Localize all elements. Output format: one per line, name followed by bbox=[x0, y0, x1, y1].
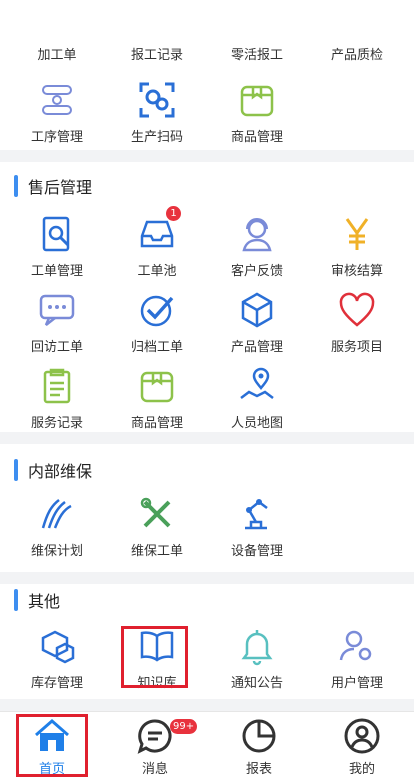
home-tab-highlight bbox=[16, 714, 88, 777]
section-header: 内部维保 bbox=[14, 458, 92, 482]
grid-item-label: 加工单 bbox=[37, 48, 77, 63]
grid-item-label: 客户反馈 bbox=[230, 264, 283, 279]
tab-reports[interactable]: 报表 bbox=[207, 712, 311, 778]
other-section: 其他 库存管理 知识库 通知公告 用户管理 bbox=[0, 584, 414, 699]
section-header: 售后管理 bbox=[14, 174, 92, 198]
grid-item-work-report-record[interactable]: 报工记录 bbox=[105, 44, 209, 63]
knowledge-base-highlight bbox=[121, 626, 188, 688]
document-list-icon bbox=[43, 368, 71, 404]
section-accent-bar bbox=[14, 589, 18, 611]
grid-item-label: 服务项目 bbox=[330, 340, 383, 355]
grid-item-odd-job-report[interactable]: 零活报工 bbox=[205, 44, 309, 63]
process-settings-icon bbox=[42, 85, 72, 115]
grid-item-process-management[interactable]: 工序管理 bbox=[5, 80, 109, 145]
grid-item-label: 审核结算 bbox=[330, 264, 383, 279]
user-icon bbox=[344, 718, 380, 754]
waves-icon bbox=[41, 499, 72, 529]
grid-item-label: 产品质检 bbox=[330, 48, 383, 63]
grid-item-label: 工序管理 bbox=[30, 130, 83, 145]
message-icon bbox=[137, 719, 172, 754]
customer-service-icon bbox=[242, 218, 272, 252]
grid-item-label: 服务记录 bbox=[30, 416, 83, 431]
grid-item-equipment-management[interactable]: 设备管理 bbox=[205, 494, 309, 559]
heart-icon bbox=[339, 292, 375, 327]
grid-item-staff-map[interactable]: 人员地图 bbox=[205, 366, 309, 431]
after-sales-section: 售后管理 工单管理 1 工单池 客户反馈 审核结算 回访工单 归档工单 产品管理… bbox=[0, 162, 414, 432]
grid-item-goods-management-2[interactable]: 商品管理 bbox=[105, 366, 209, 431]
grid-item-label: 商品管理 bbox=[230, 130, 283, 145]
tab-label: 报表 bbox=[245, 762, 272, 777]
grid-item-label: 用户管理 bbox=[330, 676, 383, 691]
grid-item-audit-settlement[interactable]: 审核结算 bbox=[305, 214, 409, 279]
section-accent-bar bbox=[14, 175, 18, 197]
map-pin-icon bbox=[240, 367, 274, 399]
robot-arm-icon bbox=[245, 499, 268, 530]
grid-item-quality-check[interactable]: 产品质检 bbox=[305, 44, 409, 63]
tab-label: 我的 bbox=[348, 762, 375, 777]
section-header: 其他 bbox=[14, 588, 60, 612]
user-gear-icon bbox=[339, 630, 372, 661]
tab-label: 消息 bbox=[141, 762, 168, 777]
message-badge: 99+ bbox=[170, 719, 198, 734]
check-circle-icon bbox=[140, 295, 174, 327]
grid-item-processing-order[interactable]: 加工单 bbox=[5, 44, 109, 63]
grid-item-user-management[interactable]: 用户管理 bbox=[305, 626, 409, 691]
grid-item-work-order-pool[interactable]: 1 工单池 bbox=[105, 206, 209, 279]
grid-item-label: 产品管理 bbox=[230, 340, 283, 355]
grid-item-label: 人员地图 bbox=[230, 416, 283, 431]
goods-box-icon bbox=[240, 85, 274, 117]
grid-item-label: 通知公告 bbox=[230, 676, 283, 691]
internal-maintenance-section: 内部维保 维保计划 维保工单 设备管理 bbox=[0, 444, 414, 572]
grid-item-label: 生产扫码 bbox=[130, 130, 183, 145]
cube-icon bbox=[241, 292, 273, 328]
chat-bubble-icon bbox=[39, 294, 75, 326]
grid-item-label: 维保计划 bbox=[30, 544, 83, 559]
grid-item-work-order-management[interactable]: 工单管理 bbox=[5, 214, 109, 279]
grid-item-product-management[interactable]: 产品管理 bbox=[205, 290, 309, 355]
grid-item-notices[interactable]: 通知公告 bbox=[205, 626, 309, 691]
grid-item-inventory-management[interactable]: 库存管理 bbox=[5, 626, 109, 691]
grid-item-label: 库存管理 bbox=[30, 676, 83, 691]
grid-item-label: 维保工单 bbox=[130, 544, 183, 559]
production-section: 加工单 报工记录 零活报工 产品质检 工序管理 生产扫码 商品管理 bbox=[0, 0, 414, 150]
grid-item-service-record[interactable]: 服务记录 bbox=[5, 366, 109, 431]
grid-item-label: 工单池 bbox=[137, 264, 177, 279]
grid-item-service-items[interactable]: 服务项目 bbox=[305, 290, 409, 355]
bottom-tab-bar: 首页 99+ 消息 报表 我的 bbox=[0, 711, 414, 778]
tab-messages[interactable]: 99+ 消息 bbox=[103, 712, 207, 778]
grid-item-return-visit-order[interactable]: 回访工单 bbox=[5, 290, 109, 355]
grid-item-label: 商品管理 bbox=[130, 416, 183, 431]
yen-icon bbox=[345, 218, 369, 250]
grid-item-customer-feedback[interactable]: 客户反馈 bbox=[205, 214, 309, 279]
grid-item-label: 零活报工 bbox=[230, 48, 283, 63]
grid-item-label: 回访工单 bbox=[30, 340, 83, 355]
clipboard-search-icon bbox=[42, 216, 70, 252]
grid-item-maintenance-plan[interactable]: 维保计划 bbox=[5, 494, 109, 559]
section-title: 其他 bbox=[28, 592, 61, 611]
boxes-icon bbox=[41, 630, 75, 664]
goods-box-icon bbox=[140, 371, 174, 403]
grid-item-label: 归档工单 bbox=[130, 340, 183, 355]
grid-item-label: 设备管理 bbox=[230, 544, 283, 559]
grid-item-goods-management[interactable]: 商品管理 bbox=[205, 80, 309, 145]
grid-item-label: 工单管理 bbox=[30, 264, 83, 279]
pie-chart-icon bbox=[242, 719, 276, 753]
section-title: 内部维保 bbox=[28, 462, 93, 481]
bell-icon bbox=[241, 630, 273, 666]
section-accent-bar bbox=[14, 459, 18, 481]
grid-item-label: 报工记录 bbox=[130, 48, 183, 63]
section-title: 售后管理 bbox=[28, 178, 93, 197]
grid-item-maintenance-order[interactable]: 维保工单 bbox=[105, 494, 209, 559]
grid-item-production-scan[interactable]: 生产扫码 bbox=[105, 80, 209, 145]
scan-gear-icon bbox=[139, 82, 175, 118]
tab-mine[interactable]: 我的 bbox=[310, 712, 414, 778]
grid-item-archived-order[interactable]: 归档工单 bbox=[105, 290, 209, 355]
tools-icon bbox=[140, 497, 171, 528]
notification-badge: 1 bbox=[166, 206, 181, 221]
